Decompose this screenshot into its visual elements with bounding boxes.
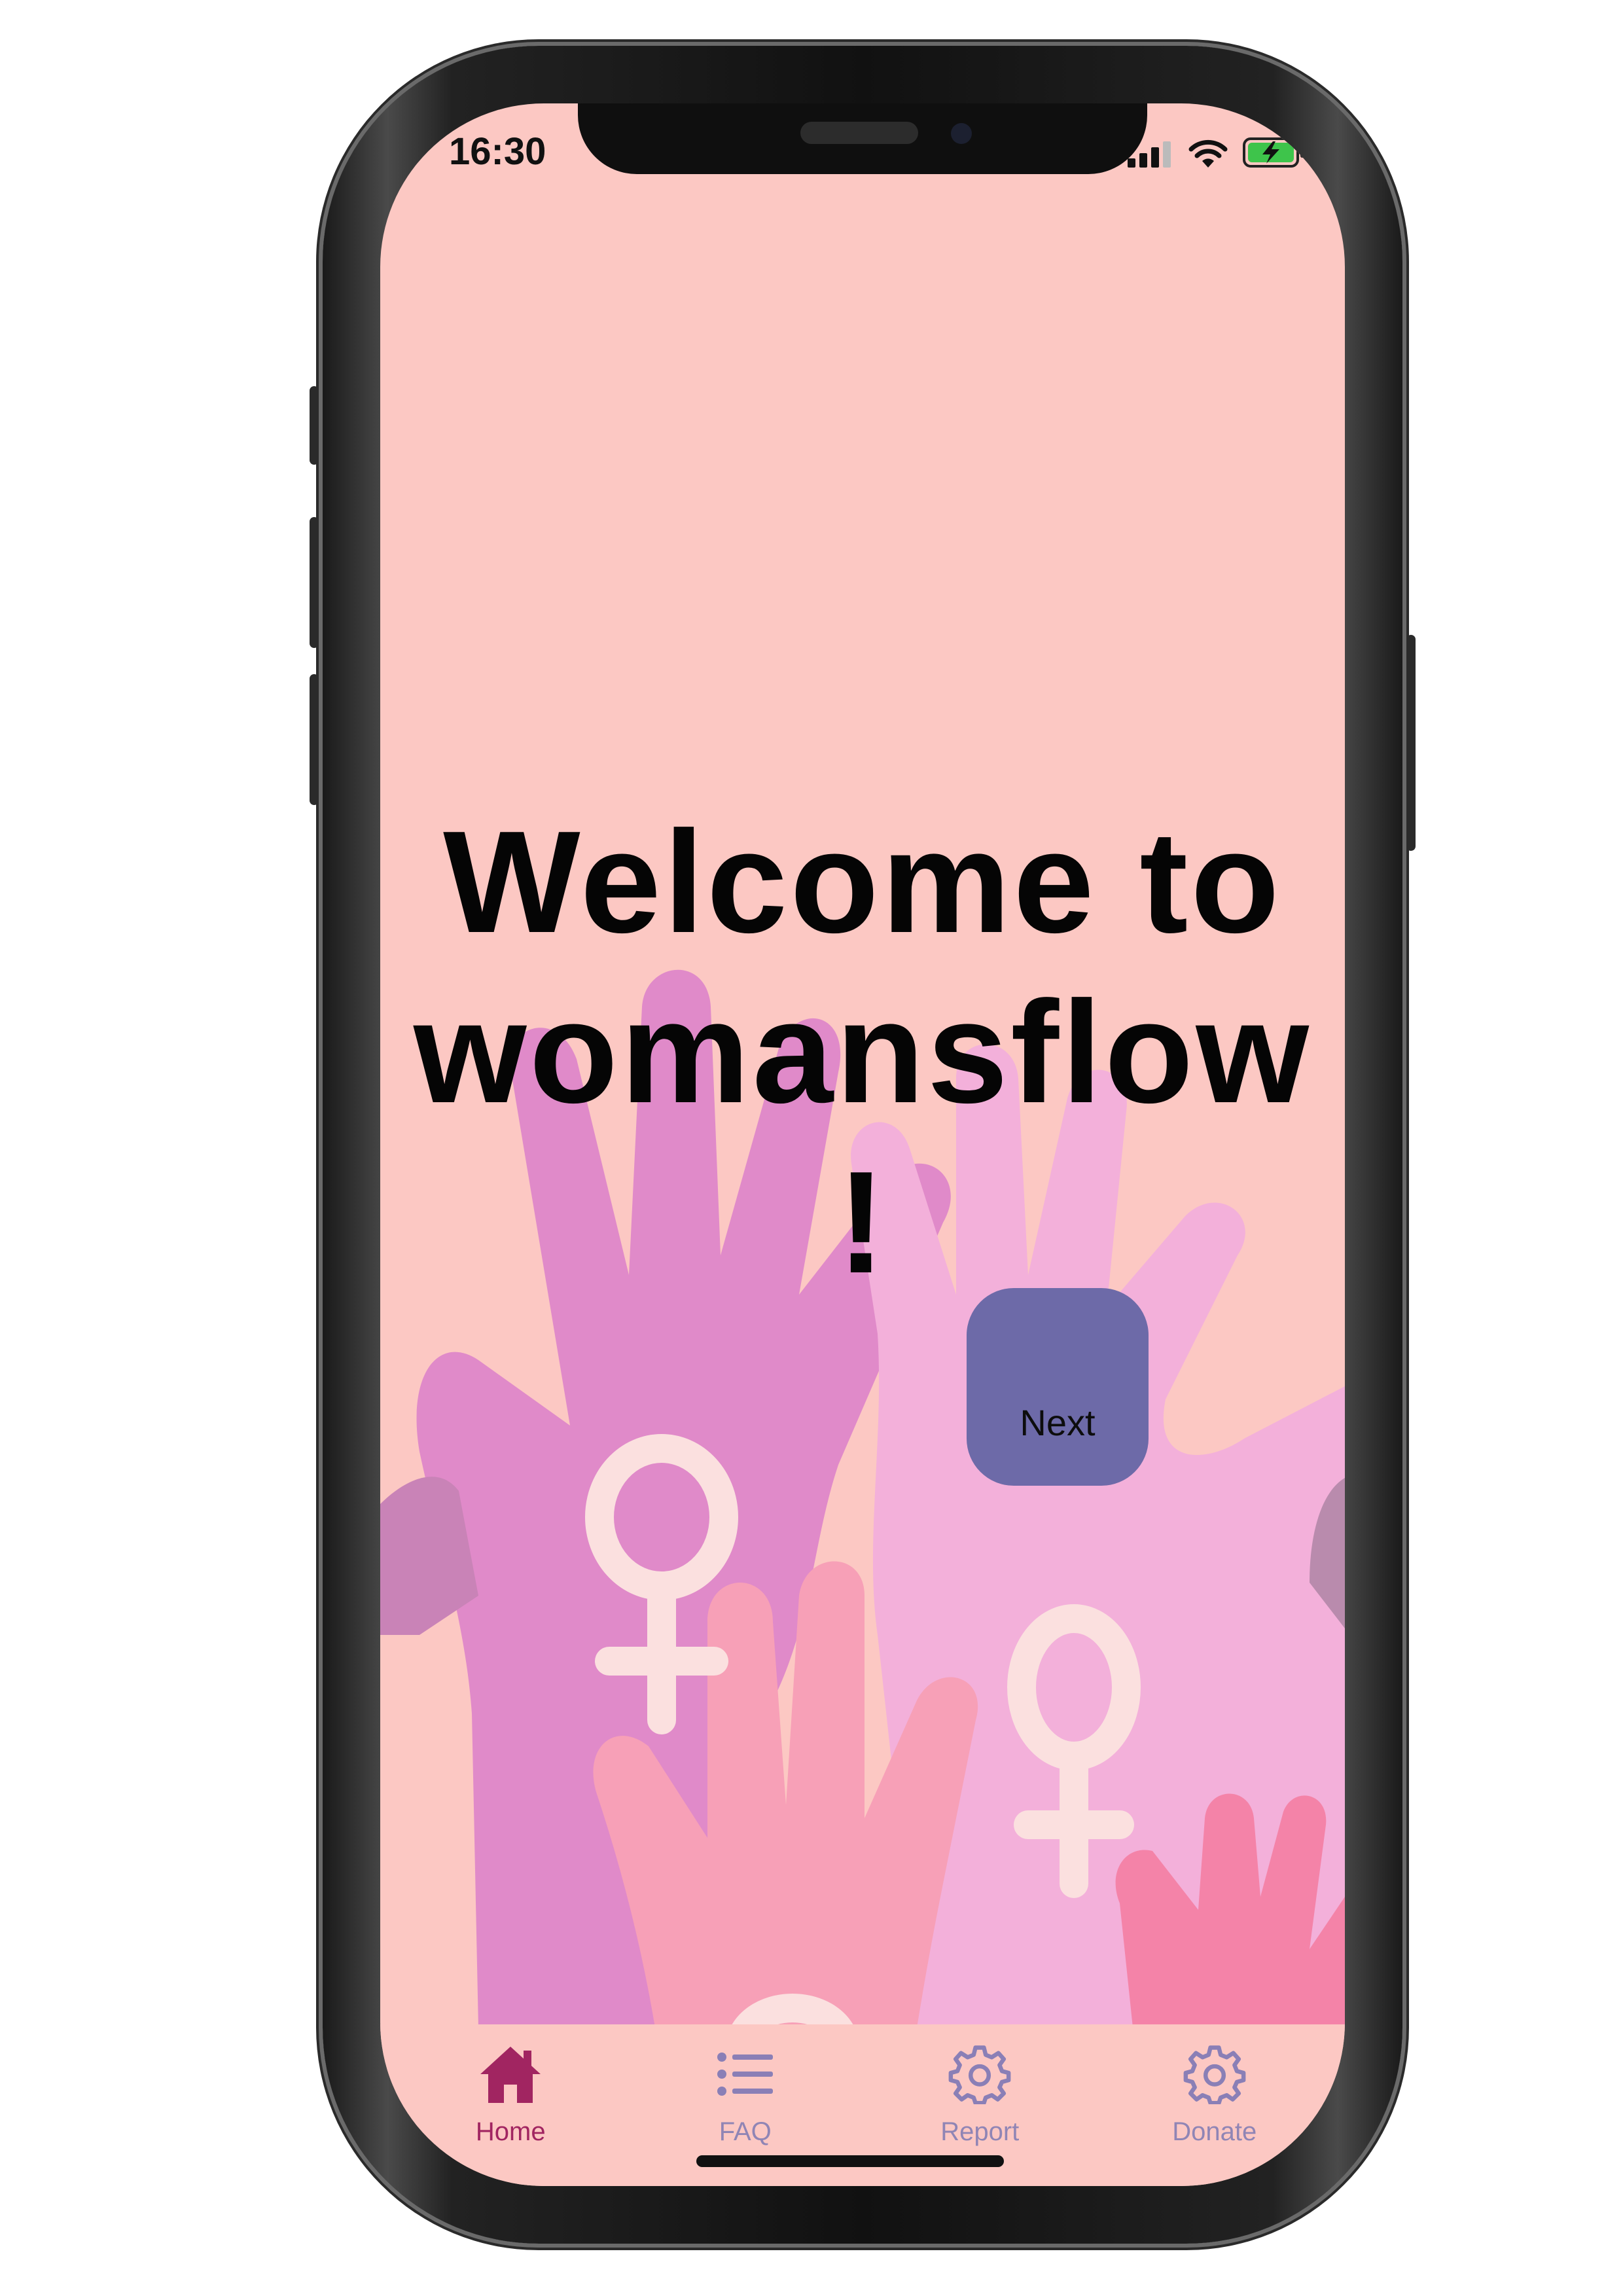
side-button-volume-up (310, 517, 319, 648)
signal-icon (1128, 141, 1171, 168)
phone-frame: 16:30 Welcome to womansflow ! Next Home … (310, 46, 1416, 2244)
welcome-title: Welcome to womansflow ! (380, 797, 1345, 1308)
earpiece-speaker (800, 122, 918, 144)
front-camera (951, 123, 972, 144)
tab-donate[interactable]: Donate (1107, 2024, 1323, 2147)
list-icon (717, 2053, 773, 2096)
welcome-line-1: Welcome to (443, 801, 1282, 963)
tab-donate-label: Donate (1172, 2117, 1257, 2146)
side-button-mute (310, 386, 319, 465)
tab-report[interactable]: Report (872, 2024, 1088, 2147)
phone-screen: 16:30 Welcome to womansflow ! Next Home … (380, 103, 1345, 2186)
gear-icon (1183, 2045, 1246, 2104)
side-button-power (1406, 635, 1416, 851)
status-icons (1128, 137, 1306, 168)
tab-home[interactable]: Home (402, 2024, 618, 2147)
welcome-line-2: womansflow (413, 971, 1312, 1134)
side-button-volume-down (310, 674, 319, 805)
tab-home-label: Home (475, 2117, 546, 2146)
tab-faq-label: FAQ (719, 2117, 772, 2146)
wifi-icon (1188, 139, 1228, 168)
home-icon (480, 2047, 541, 2103)
gear-icon (948, 2045, 1011, 2104)
phone-notch (578, 103, 1147, 174)
home-indicator[interactable] (696, 2155, 1004, 2167)
next-button[interactable]: Next (967, 1288, 1149, 1486)
battery-charging-icon (1243, 137, 1304, 168)
tab-faq[interactable]: FAQ (637, 2024, 853, 2147)
welcome-line-3: ! (837, 1141, 888, 1304)
status-time: 16:30 (449, 130, 546, 173)
tab-report-label: Report (940, 2117, 1020, 2146)
